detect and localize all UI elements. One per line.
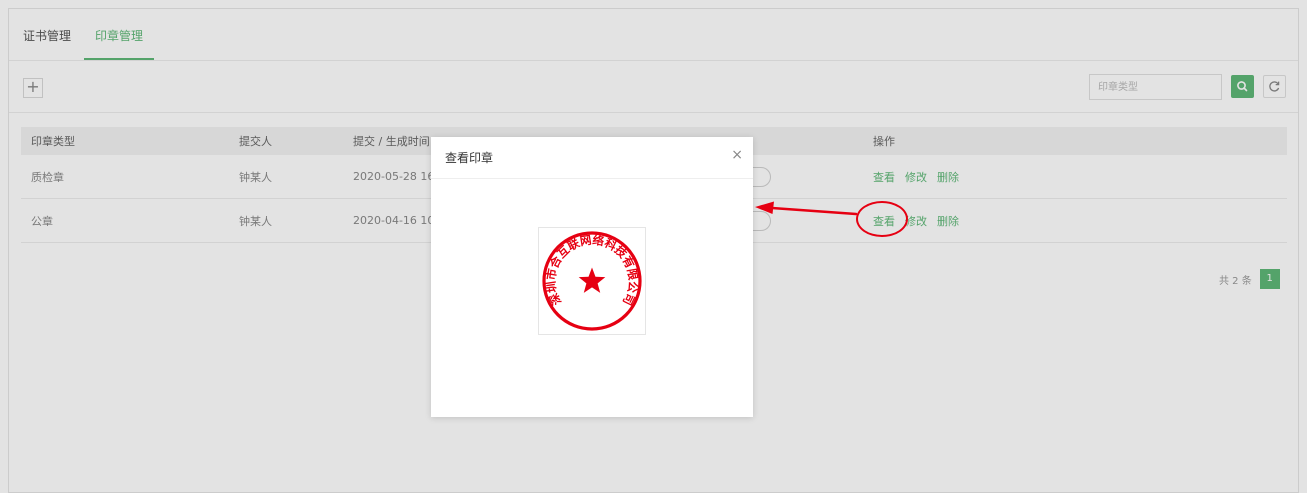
close-icon[interactable]: × [731,148,743,162]
annotation-arrow-icon [755,201,858,216]
dialog-title: 查看印章 [445,151,494,165]
seal-image: 深圳市合互联网络科技有限公司 [538,227,646,335]
dialog-header: 查看印章 × [431,137,753,179]
seal-stamp: 深圳市合互联网络科技有限公司 [542,231,642,331]
annotation-highlight-circle [856,201,908,237]
seal-star-icon [578,267,606,293]
view-seal-dialog: 查看印章 × 深圳市合互联网络科技有限公司 [431,137,753,417]
